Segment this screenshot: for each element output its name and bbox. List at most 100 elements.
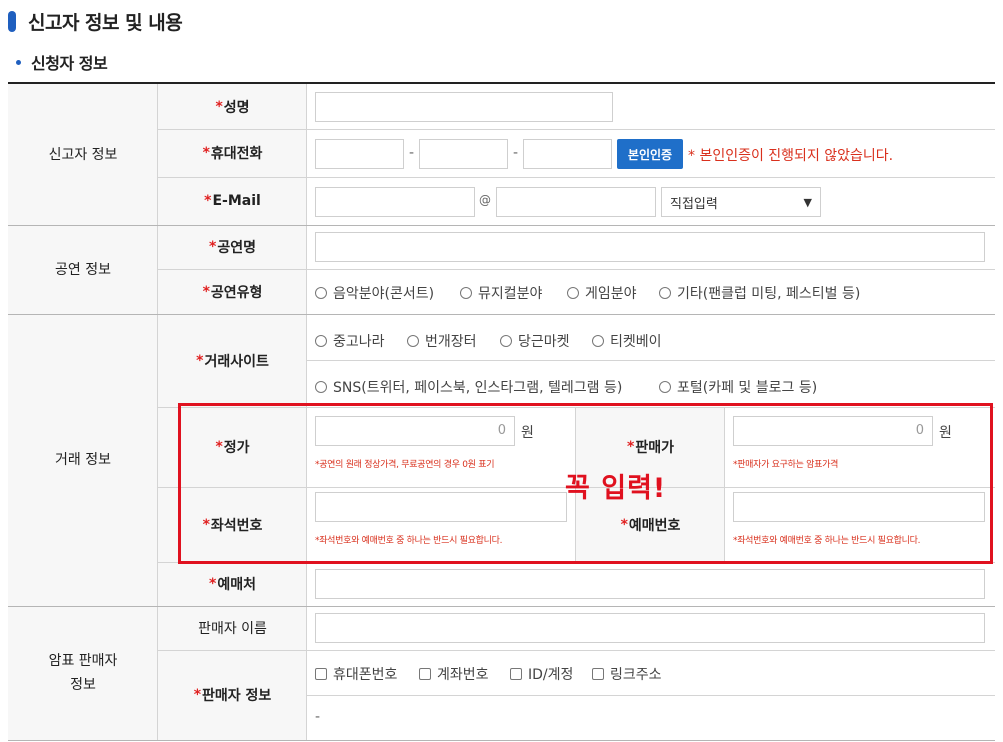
required-mark: * <box>202 145 210 161</box>
label-performance-type-text: 공연유형 <box>210 284 263 301</box>
email-domain-select[interactable]: 직접입력 ▼ <box>661 187 821 217</box>
required-mark: * <box>193 687 202 703</box>
group-performance: 공연 정보 <box>8 225 158 314</box>
option-label: 당근마켓 <box>518 334 570 350</box>
trade-site-option-portal[interactable]: 포털(카페 및 블로그 등) <box>659 377 817 397</box>
radio-icon[interactable] <box>500 335 512 347</box>
row-divider <box>158 269 995 270</box>
bullet-icon <box>16 59 21 65</box>
option-label: SNS(트위터, 페이스북, 인스타그램, 텔레그램 등) <box>333 380 623 396</box>
radio-icon[interactable] <box>659 287 671 299</box>
checkbox-icon[interactable] <box>315 668 327 680</box>
option-label: 게임분야 <box>585 286 637 302</box>
required-mark: * <box>209 576 217 592</box>
checkbox-icon[interactable] <box>510 668 522 680</box>
trade-site-option-4[interactable]: 티켓베이 <box>592 331 662 351</box>
option-label: 휴대폰번호 <box>333 667 398 683</box>
group-seller-line2: 정보 <box>70 677 96 693</box>
required-mark: * <box>204 193 212 209</box>
seller-info-option-account[interactable]: 계좌번호 <box>419 664 489 684</box>
column-divider <box>157 84 158 740</box>
radio-icon[interactable] <box>592 335 604 347</box>
perf-type-option-game[interactable]: 게임분야 <box>567 283 637 303</box>
option-label: 티켓베이 <box>610 334 662 350</box>
verification-status-note: * 본인인증이 진행되지 않았습니다. <box>688 148 894 164</box>
label-name-text: 성명 <box>223 99 250 116</box>
seller-info-option-id[interactable]: ID/계정 <box>510 664 573 684</box>
option-label: 중고나라 <box>333 334 385 350</box>
radio-icon[interactable] <box>659 381 671 393</box>
email-local-input[interactable] <box>315 187 475 217</box>
email-domain-select-value: 직접입력 <box>670 196 718 212</box>
option-label: 링크주소 <box>610 667 662 683</box>
label-seller-name-text: 판매자 이름 <box>198 621 267 637</box>
option-label: 번개장터 <box>425 334 477 350</box>
name-input[interactable] <box>315 92 613 122</box>
phone-input-1[interactable] <box>315 139 404 169</box>
label-performance-name: * 공연명 <box>158 225 307 269</box>
performance-name-input[interactable] <box>315 232 985 262</box>
seller-info-option-phone[interactable]: 휴대폰번호 <box>315 664 397 684</box>
trade-site-option-1[interactable]: 중고나라 <box>315 331 385 351</box>
required-mark: * <box>209 239 217 255</box>
required-mark: * <box>202 283 210 300</box>
chevron-down-icon: ▼ <box>803 195 812 209</box>
phone-separator: - <box>513 145 519 161</box>
label-trade-site-text: 거래사이트 <box>204 353 269 370</box>
option-label: 음악분야(콘서트) <box>333 286 435 302</box>
label-name: * 성명 <box>158 84 307 129</box>
required-mark: * <box>196 352 204 369</box>
option-label: ID/계정 <box>528 667 574 683</box>
label-trade-site: * 거래사이트 <box>158 314 307 407</box>
seller-info-option-link[interactable]: 링크주소 <box>592 664 662 684</box>
perf-type-option-musical[interactable]: 뮤지컬분야 <box>460 283 542 303</box>
trade-site-option-sns[interactable]: SNS(트위터, 페이스북, 인스타그램, 텔레그램 등) <box>315 377 622 397</box>
radio-icon[interactable] <box>315 335 327 347</box>
option-label: 포털(카페 및 블로그 등) <box>677 380 818 396</box>
perf-type-option-music[interactable]: 음악분야(콘서트) <box>315 283 434 303</box>
phone-input-2[interactable] <box>419 139 508 169</box>
radio-icon[interactable] <box>315 287 327 299</box>
label-performance-type: * 공연유형 <box>158 269 307 314</box>
label-seller-info: * 판매자 정보 <box>158 650 307 740</box>
required-mark: * <box>215 98 223 115</box>
radio-icon[interactable] <box>407 335 419 347</box>
seller-info-value: - <box>315 709 321 725</box>
email-domain-input[interactable] <box>496 187 656 217</box>
trade-site-option-2[interactable]: 번개장터 <box>407 331 477 351</box>
verify-identity-button[interactable]: 본인인증 <box>617 139 683 169</box>
label-phone: * 휴대전화 <box>158 129 307 177</box>
radio-icon[interactable] <box>315 381 327 393</box>
seller-name-input[interactable] <box>315 613 985 643</box>
phone-input-3[interactable] <box>523 139 612 169</box>
phone-separator: - <box>409 145 415 161</box>
page-title: 신고자 정보 및 내용 <box>28 11 183 34</box>
checkbox-icon[interactable] <box>592 668 604 680</box>
checkbox-icon[interactable] <box>419 668 431 680</box>
row-divider <box>158 177 995 178</box>
trade-site-option-3[interactable]: 당근마켓 <box>500 331 570 351</box>
perf-type-option-other[interactable]: 기타(팬클럽 미팅, 페스티벌 등) <box>659 283 860 303</box>
label-seller-name: 판매자 이름 <box>158 606 307 650</box>
label-phone-text: 휴대전화 <box>210 146 263 162</box>
group-seller-line1: 암표 판매자 <box>48 653 118 669</box>
group-divider <box>8 606 995 607</box>
section-title: 신청자 정보 <box>31 54 108 73</box>
option-label: 뮤지컬분야 <box>478 286 543 302</box>
group-seller: 암표 판매자 정보 <box>8 606 158 740</box>
header-accent-bar <box>8 10 16 32</box>
label-seller-info-text: 판매자 정보 <box>202 688 272 704</box>
row-divider <box>307 360 995 361</box>
group-divider <box>8 314 995 315</box>
radio-icon[interactable] <box>460 287 472 299</box>
radio-icon[interactable] <box>567 287 579 299</box>
row-divider <box>158 650 995 651</box>
row-divider <box>158 129 995 130</box>
section-header: 신청자 정보 <box>16 50 108 74</box>
email-at-sign: @ <box>479 193 491 207</box>
ticket-office-input[interactable] <box>315 569 985 599</box>
must-enter-annotation: 꼭 입력! <box>565 473 667 504</box>
page-header: 신고자 정보 및 내용 <box>8 8 183 34</box>
option-label: 계좌번호 <box>437 667 489 683</box>
label-ticket-office-text: 예매처 <box>217 577 256 593</box>
